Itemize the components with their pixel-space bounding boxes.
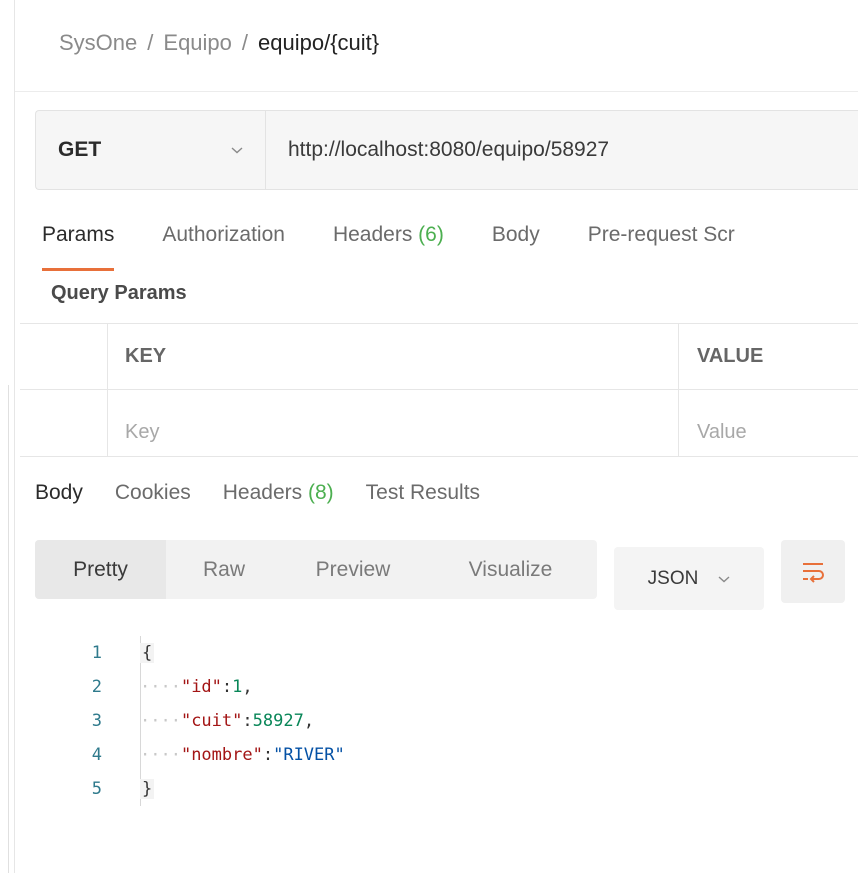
response-tab-body[interactable]: Body: [35, 481, 83, 505]
json-key: "nombre": [180, 745, 263, 765]
breadcrumb-separator: /: [147, 30, 154, 55]
wrap-lines-button[interactable]: [781, 540, 845, 603]
json-value: 58927: [252, 711, 304, 731]
tab-label: Body: [491, 223, 540, 246]
json-key: "id": [180, 677, 222, 697]
table-divider: [20, 389, 858, 390]
format-label: JSON: [647, 567, 699, 589]
line-number: 3: [91, 711, 102, 731]
breadcrumb-current-request[interactable]: equipo/{cuit}: [258, 30, 379, 56]
tab-headers[interactable]: Headers (6): [333, 223, 444, 247]
tab-authorization[interactable]: Authorization: [162, 223, 285, 247]
tab-label: Pre-request Scr: [587, 223, 735, 246]
code-brace: }: [140, 779, 155, 799]
method-label: GET: [58, 138, 102, 161]
indent-dots: ····: [140, 711, 181, 731]
code-line: 1 {: [80, 636, 345, 670]
request-bar: GET http://localhost:8080/equipo/58927: [35, 110, 858, 190]
tab-label: Authorization: [162, 223, 285, 246]
response-body-code: 1 { 2 ···· "id": 1, 3 ···· "cuit": 58927, …: [80, 636, 345, 806]
tab-pre-request-script[interactable]: Pre-request Scr: [588, 223, 735, 247]
code-line: 5 }: [80, 772, 345, 806]
json-comma: ,: [242, 677, 253, 697]
param-value-input[interactable]: Value: [697, 421, 747, 444]
table-column-divider: [678, 323, 679, 457]
indent-dots: ····: [140, 745, 181, 765]
json-value: 1: [232, 677, 243, 697]
params-table: KEY VALUE Key Value: [20, 323, 858, 457]
code-line: 4 ···· "nombre": "RIVER": [80, 738, 345, 772]
view-raw-button[interactable]: Raw: [166, 540, 282, 599]
line-number: 4: [91, 745, 102, 765]
indent-dots: ····: [140, 677, 181, 697]
response-tab-cookies[interactable]: Cookies: [115, 481, 191, 505]
tab-label: Headers: [222, 481, 303, 504]
line-number: 1: [91, 643, 102, 663]
breadcrumb-separator: /: [241, 30, 249, 55]
request-tabs: Params Authorization Headers (6) Body Pr…: [42, 223, 783, 271]
panel-border: [8, 385, 9, 873]
table-divider: [20, 323, 858, 324]
code-line: 2 ···· "id": 1,: [80, 670, 345, 704]
url-input[interactable]: http://localhost:8080/equipo/58927: [266, 111, 858, 189]
sidebar-border: [14, 0, 15, 873]
tab-label: Headers: [332, 223, 413, 246]
chevron-down-icon: [718, 575, 730, 582]
response-tab-test-results[interactable]: Test Results: [366, 481, 480, 505]
view-pretty-button[interactable]: Pretty: [35, 540, 166, 599]
wrap-lines-icon: [803, 562, 824, 583]
response-tab-headers[interactable]: Headers (8): [223, 481, 334, 505]
tab-label: Test Results: [365, 481, 481, 504]
view-visualize-button[interactable]: Visualize: [424, 540, 597, 599]
header-divider: [15, 91, 858, 92]
column-header-key: KEY: [125, 345, 167, 367]
response-tabs: Body Cookies Headers (8) Test Results: [35, 481, 512, 505]
json-key: "cuit": [180, 711, 243, 731]
tab-label: Cookies: [114, 481, 191, 504]
view-preview-button[interactable]: Preview: [282, 540, 424, 599]
breadcrumb: SysOne / Equipo / equipo/{cuit}: [59, 30, 379, 56]
tab-count: (8): [307, 481, 334, 504]
tab-params[interactable]: Params: [42, 223, 115, 271]
param-key-input[interactable]: Key: [125, 421, 159, 444]
method-select[interactable]: GET: [36, 111, 266, 189]
query-params-title: Query Params: [51, 282, 187, 304]
column-header-value: VALUE: [697, 345, 764, 367]
tab-body[interactable]: Body: [492, 223, 540, 247]
table-divider: [20, 456, 858, 457]
code-brace: {: [140, 643, 155, 663]
json-comma: ,: [303, 711, 315, 731]
line-number: 2: [91, 677, 102, 697]
json-value: "RIVER": [273, 745, 345, 765]
code-line: 3 ···· "cuit": 58927,: [80, 704, 345, 738]
format-select[interactable]: JSON: [614, 547, 764, 610]
breadcrumb-item-collection[interactable]: SysOne: [59, 30, 137, 56]
chevron-down-icon: [231, 147, 243, 154]
line-number: 5: [91, 779, 102, 799]
breadcrumb-item-folder[interactable]: Equipo: [163, 30, 232, 56]
view-mode-toggle: Pretty Raw Preview Visualize: [35, 540, 597, 599]
tab-label: Params: [42, 223, 115, 246]
tab-count: (6): [418, 223, 444, 246]
tab-label: Body: [35, 481, 83, 504]
table-column-divider: [107, 323, 108, 457]
